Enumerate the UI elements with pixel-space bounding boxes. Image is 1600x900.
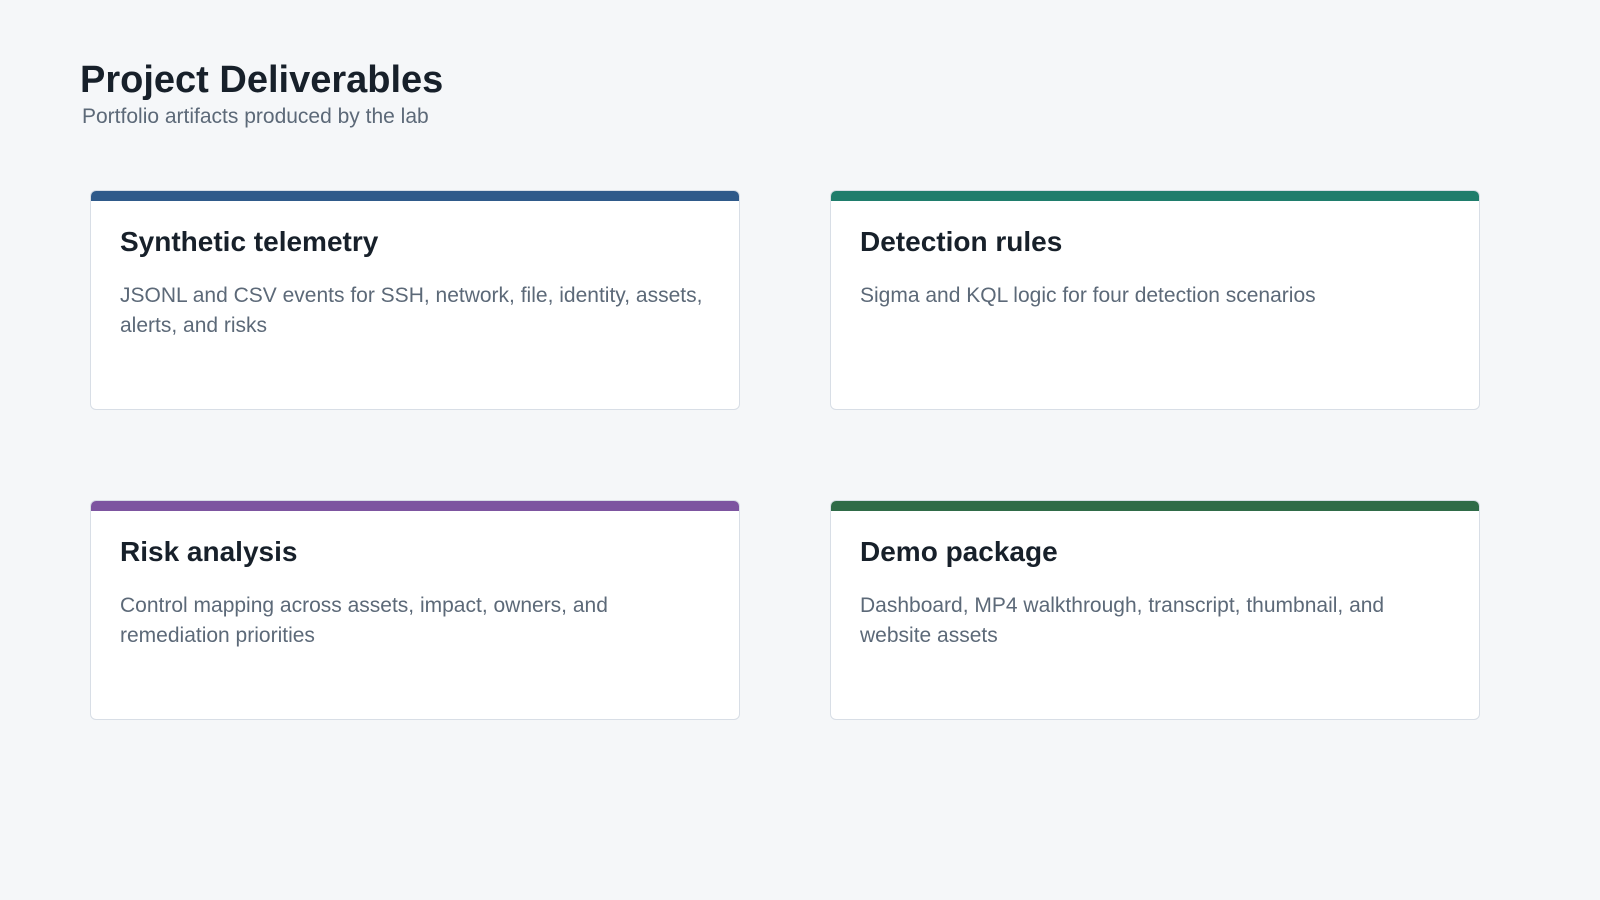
card-demo-package: Demo package Dashboard, MP4 walkthrough,… [830, 500, 1480, 720]
page-title: Project Deliverables [80, 59, 444, 101]
card-title: Demo package [860, 536, 1058, 567]
card-synthetic-telemetry: Synthetic telemetry JSONL and CSV events… [90, 190, 740, 410]
card-title: Synthetic telemetry [120, 226, 379, 257]
card-description: Control mapping across assets, impact, o… [120, 594, 608, 647]
card-title: Risk analysis [120, 536, 298, 567]
card-accent-bar [831, 501, 1479, 511]
card-description: JSONL and CSV events for SSH, network, f… [120, 284, 703, 337]
card-description: Sigma and KQL logic for four detection s… [860, 284, 1316, 307]
card-accent-bar [91, 501, 739, 511]
card-risk-analysis: Risk analysis Control mapping across ass… [90, 500, 740, 720]
page-subtitle: Portfolio artifacts produced by the lab [82, 105, 429, 128]
card-description: Dashboard, MP4 walkthrough, transcript, … [860, 594, 1385, 647]
card-title: Detection rules [860, 226, 1063, 257]
card-accent-bar [91, 191, 739, 201]
card-accent-bar [831, 191, 1479, 201]
card-detection-rules: Detection rules Sigma and KQL logic for … [830, 190, 1480, 410]
